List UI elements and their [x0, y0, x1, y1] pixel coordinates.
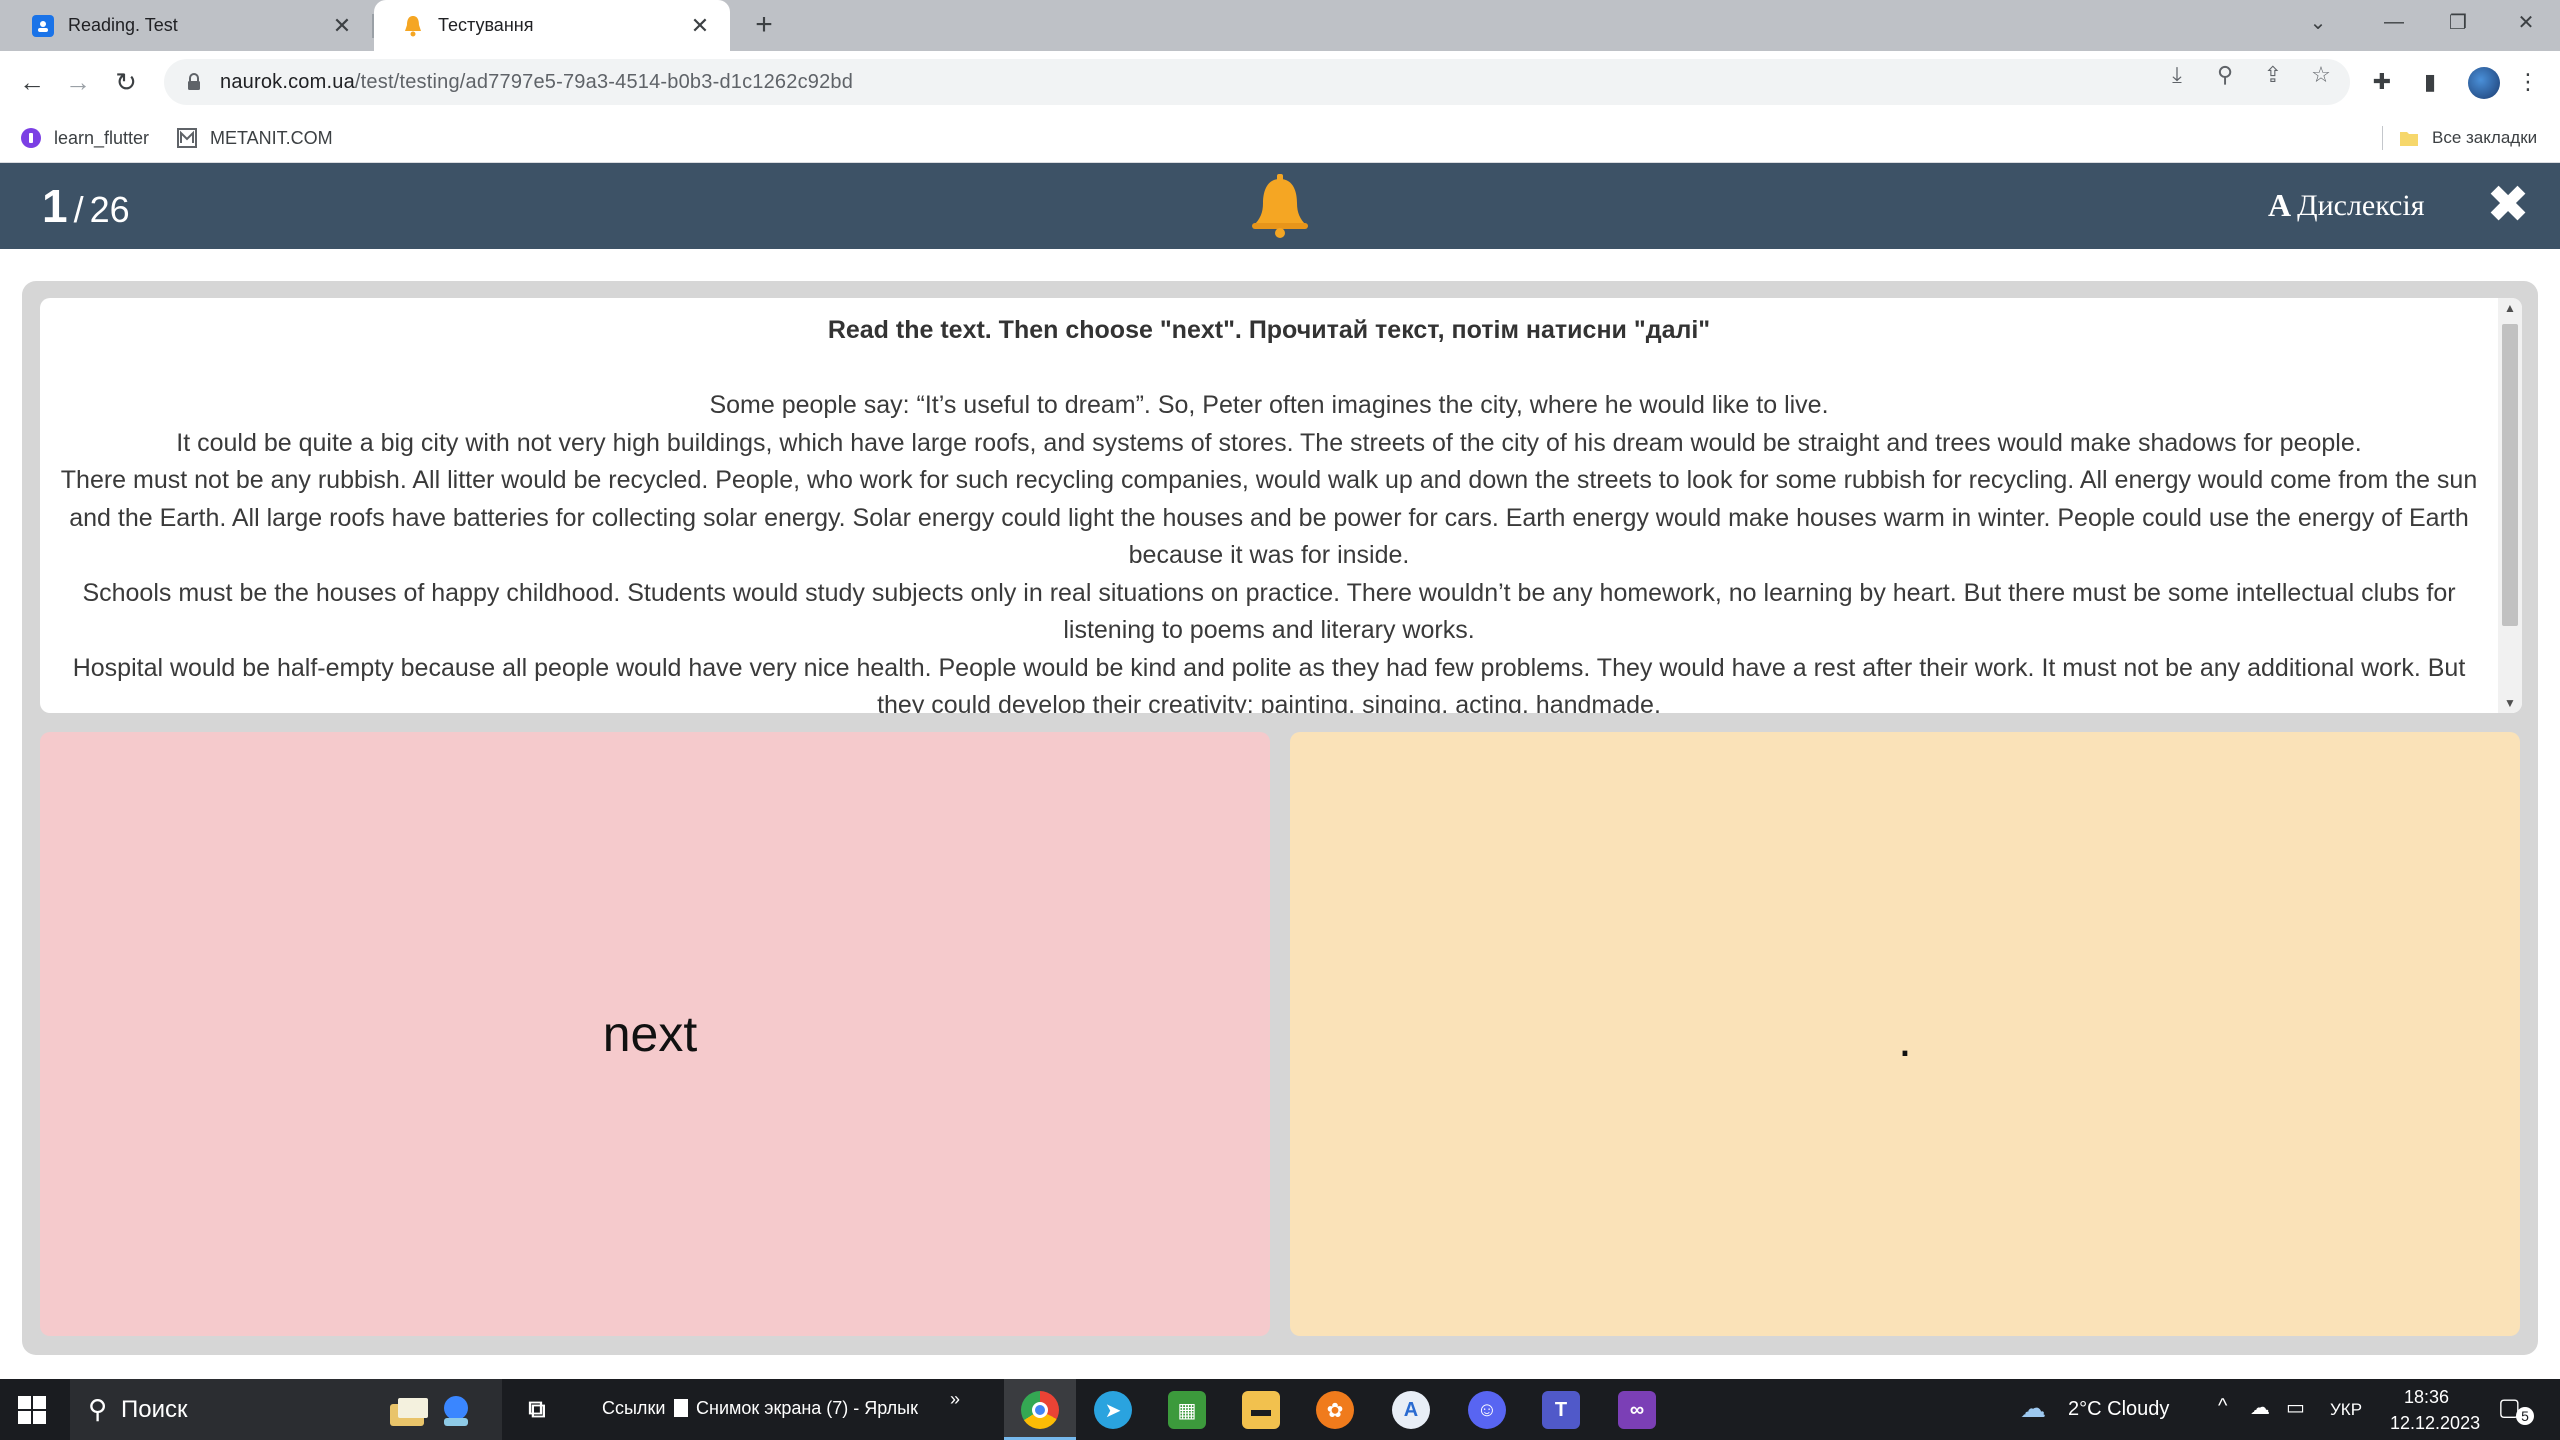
bell-logo-icon: [1250, 173, 1310, 239]
all-bookmarks-label: Все закладки: [2432, 128, 2538, 147]
search-placeholder: Поиск: [121, 1395, 188, 1423]
bookmarks-bar: learn_flutter METANIT.COM Все закладки: [0, 113, 2560, 163]
visual-studio-app-icon[interactable]: ∞: [1618, 1391, 1656, 1429]
weather-text[interactable]: 2°C Cloudy: [2068, 1398, 2169, 1421]
folder-icon: [2398, 127, 2420, 149]
restore-icon[interactable]: ❐: [2424, 0, 2492, 44]
dyslexia-label: Дислексія: [2297, 188, 2425, 222]
address-bar[interactable]: naurok.com.ua/test/testing/ad7797e5-79a3…: [164, 59, 2350, 105]
dyslexia-font-icon: A: [2268, 187, 2292, 223]
windows-taskbar: ⚲ Поиск ⧉ Ссылки Снимок экрана (7) - Ярл…: [0, 1379, 2560, 1440]
bookmark-label: learn_flutter: [54, 127, 150, 148]
back-arrow-icon[interactable]: ←: [14, 64, 50, 100]
tray-chevron-up-icon[interactable]: ^: [2218, 1395, 2227, 1418]
fl-studio-app-icon[interactable]: ✿: [1316, 1391, 1354, 1429]
window-close-icon[interactable]: ✕: [2492, 0, 2560, 44]
flutter-bookmark-icon: [20, 127, 42, 149]
zoom-icon[interactable]: ⚲: [2212, 63, 2238, 87]
minecraft-launcher-icon[interactable]: ▦: [1168, 1391, 1206, 1429]
answer-label: next: [602, 1006, 698, 1062]
close-tab-icon[interactable]: ✕: [688, 13, 712, 39]
extensions-puzzle-icon[interactable]: ✚: [2368, 68, 2396, 96]
task-view-icon[interactable]: ⧉: [518, 1391, 556, 1429]
answer-label: .: [1898, 1011, 1912, 1067]
counter-separator: /: [73, 189, 84, 230]
screenshot-shortcut[interactable]: Снимок экрана (7) - Ярлык: [674, 1398, 918, 1419]
bell-favicon-icon: [402, 15, 424, 37]
bookmark-learn-flutter[interactable]: learn_flutter: [20, 125, 149, 151]
total-questions: 26: [89, 189, 130, 230]
side-panel-icon[interactable]: ▮: [2416, 68, 2444, 96]
windows-start-icon[interactable]: [18, 1396, 46, 1424]
toolbar-more-chevron[interactable]: »: [950, 1389, 960, 1410]
file-explorer-icon[interactable]: ▬: [1242, 1391, 1280, 1429]
tab-title: Тестування: [438, 15, 534, 35]
question-text-box[interactable]: Read the text. Then choose "next". Прочи…: [40, 298, 2522, 713]
share-icon[interactable]: ⇪: [2260, 63, 2286, 87]
tab-search-chevron-icon[interactable]: ⌄: [2296, 0, 2340, 44]
dyslexia-toggle[interactable]: A Дислексія: [2268, 187, 2425, 224]
forward-arrow-icon[interactable]: →: [60, 64, 96, 100]
text-paragraph: It could be quite a big city with not ve…: [176, 428, 2362, 457]
test-header: 1/26 A Дислексія ✖: [0, 163, 2560, 249]
bookmark-star-icon[interactable]: ☆: [2308, 63, 2334, 87]
answer-option-next[interactable]: next: [40, 732, 1270, 1336]
reload-icon[interactable]: ↻: [108, 64, 144, 100]
network-icon[interactable]: ▭: [2286, 1395, 2305, 1420]
install-app-icon[interactable]: ⤓: [2164, 63, 2190, 87]
clock-time[interactable]: 18:36: [2404, 1387, 2449, 1408]
search-icon: ⚲: [88, 1394, 108, 1424]
text-scrollbar[interactable]: ▲ ▼: [2498, 298, 2522, 713]
minimize-icon[interactable]: —: [2364, 0, 2424, 44]
all-bookmarks-folder[interactable]: Все закладки: [2398, 125, 2537, 151]
url-path: /test/testing/ad7797e5-79a3-4514-b0b3-d1…: [354, 70, 854, 93]
bookmarks-divider: [2382, 126, 2383, 150]
search-highlight-illustration-icon: [384, 1391, 474, 1429]
text-paragraph: There must not be any rubbish. All litte…: [60, 466, 2478, 569]
text-paragraph: Hospital would be half-empty because all…: [72, 653, 2466, 714]
text-paragraph: Some people say: “It’s useful to dream”.…: [709, 391, 1829, 419]
text-paragraph: Schools must be the houses of happy chil…: [82, 578, 2456, 645]
new-tab-button[interactable]: +: [746, 8, 782, 44]
tab-title: Reading. Test: [68, 15, 178, 35]
file-shortcut-icon: [674, 1399, 688, 1417]
scroll-down-arrow-icon[interactable]: ▼: [2498, 693, 2522, 713]
browser-toolbar: ← → ↻ naurok.com.ua/test/testing/ad7797e…: [0, 51, 2560, 113]
metanit-bookmark-icon: [176, 127, 198, 149]
shortcut-label: Снимок экрана (7) - Ярлык: [696, 1398, 918, 1418]
language-indicator[interactable]: УКР: [2330, 1400, 2362, 1420]
onedrive-cloud-icon[interactable]: ☁: [2250, 1395, 2270, 1420]
clock-date[interactable]: 12.12.2023: [2390, 1413, 2480, 1434]
close-tab-icon[interactable]: ✕: [330, 13, 354, 39]
question-counter: 1/26: [42, 179, 130, 233]
url-text[interactable]: naurok.com.ua/test/testing/ad7797e5-79a3…: [220, 71, 853, 94]
answer-option-dot[interactable]: .: [1290, 732, 2520, 1336]
app-store-icon[interactable]: A: [1392, 1391, 1430, 1429]
bookmark-metanit[interactable]: METANIT.COM: [176, 125, 333, 151]
notifications-count: 5: [2516, 1407, 2534, 1425]
lock-icon: [184, 72, 204, 92]
tab-testing[interactable]: Тестування ✕: [374, 0, 730, 51]
browser-tab-strip: Reading. Test ✕ Тестування ✕ + ⌄ — ❐ ✕: [0, 0, 2560, 51]
scrollbar-thumb[interactable]: [2502, 324, 2518, 626]
current-question-number: 1: [42, 180, 68, 232]
more-menu-icon[interactable]: ⋮: [2514, 68, 2542, 96]
classroom-icon: [32, 14, 54, 37]
scroll-up-arrow-icon[interactable]: ▲: [2498, 298, 2522, 318]
tab-reading-test[interactable]: Reading. Test ✕: [4, 0, 372, 51]
question-heading: Read the text. Then choose "next". Прочи…: [827, 316, 1711, 344]
question-text-scroll: Read the text. Then choose "next". Прочи…: [40, 298, 2498, 713]
profile-avatar[interactable]: [2468, 67, 2500, 99]
links-toolbar-label[interactable]: Ссылки: [602, 1398, 665, 1419]
discord-app-icon[interactable]: ☺: [1468, 1391, 1506, 1429]
chrome-app-icon[interactable]: [1021, 1391, 1059, 1429]
cloudy-weather-icon[interactable]: ☁: [2020, 1393, 2046, 1424]
url-host: naurok.com.ua: [220, 70, 355, 93]
telegram-app-icon[interactable]: ➤: [1094, 1391, 1132, 1429]
close-test-button[interactable]: ✖: [2480, 177, 2536, 233]
bookmark-label: METANIT.COM: [210, 127, 333, 148]
teams-app-icon[interactable]: T: [1542, 1391, 1580, 1429]
